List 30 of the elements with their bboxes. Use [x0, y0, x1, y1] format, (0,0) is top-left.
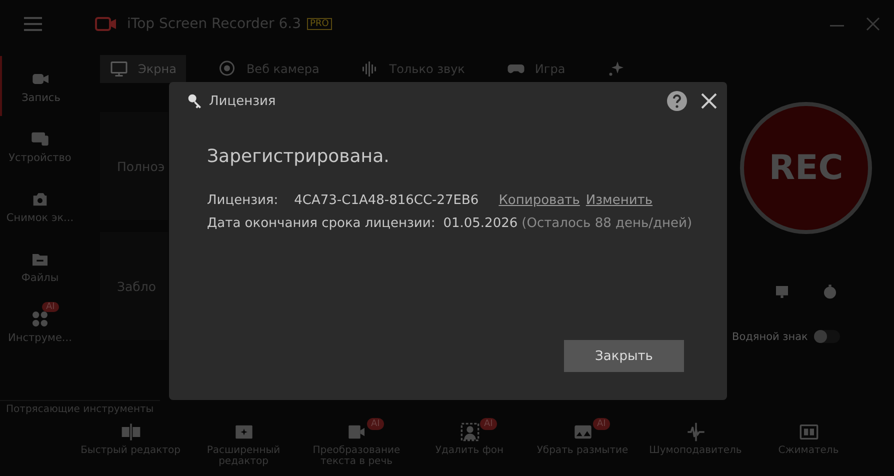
- days-remaining: (Осталось 88 день/дней): [522, 216, 692, 231]
- logo-icon: [95, 16, 117, 32]
- sidebar-label: Запись: [22, 92, 60, 104]
- timer-icon[interactable]: [822, 284, 838, 300]
- person-icon: [460, 422, 480, 442]
- dialog-link[interactable]: Копировать: [498, 193, 580, 208]
- dialog-title: Лицензия: [209, 94, 276, 108]
- close-button[interactable]: Закрыть: [564, 340, 684, 372]
- expiry-label: Дата окончания срока лицензии:: [207, 216, 436, 231]
- help-icon[interactable]: [667, 91, 687, 111]
- expiry-date: 01.05.2026: [443, 216, 518, 231]
- waveform-icon: [686, 422, 706, 442]
- dialog-link[interactable]: Изменить: [586, 193, 653, 208]
- rec-button[interactable]: REC: [740, 102, 872, 234]
- status-text: Зарегистрирована.: [207, 146, 390, 167]
- film-frame-icon: [798, 422, 818, 442]
- pro-badge: PRO: [307, 18, 332, 30]
- sidebar-item[interactable]: Запись: [0, 56, 80, 116]
- webcam-icon: [218, 60, 236, 78]
- license-label: Лицензия:: [207, 193, 278, 208]
- sparkle-icon: [607, 60, 626, 78]
- watermark-label: Водяной знак: [732, 330, 808, 342]
- grid-icon: [30, 308, 50, 328]
- menu-icon[interactable]: [24, 17, 42, 31]
- text-icon[interactable]: [774, 284, 790, 300]
- key-icon: [187, 93, 203, 109]
- monitor-icon: [110, 60, 128, 78]
- film-cut-icon: [120, 422, 140, 442]
- license-key: 4CA73-C1A48-816CC-27EB6: [294, 193, 479, 208]
- watermark-toggle[interactable]: [814, 330, 840, 343]
